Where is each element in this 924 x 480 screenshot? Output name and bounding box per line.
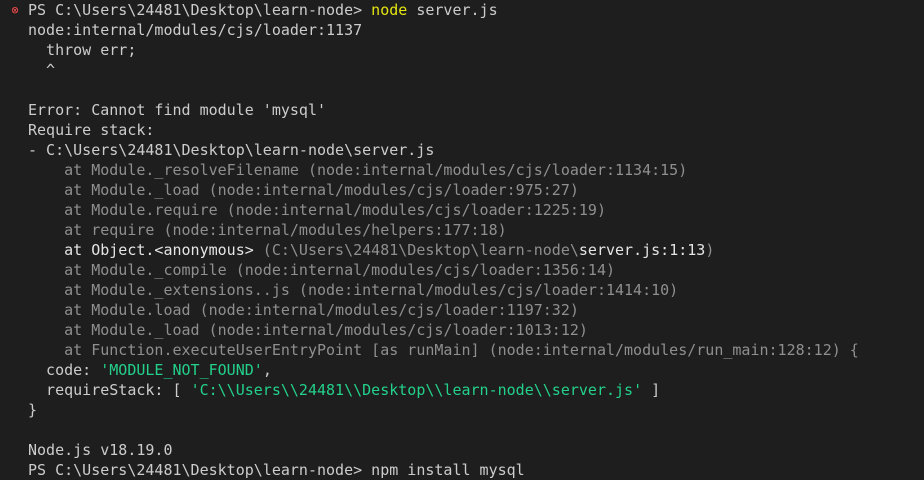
terminal-panel[interactable]: ⊗ PS C:\Users\24481\Desktop\learn-node> …: [0, 0, 924, 479]
code-value: 'MODULE_NOT_FOUND': [100, 361, 263, 379]
require-stack-property: requireStack: [ 'C:\\Users\\24481\\Deskt…: [28, 380, 660, 400]
require-stack-suffix: ]: [642, 381, 661, 399]
closing-brace: }: [28, 401, 38, 419]
caret-line: ^: [28, 61, 56, 79]
require-stack-label: Require stack:: [28, 121, 155, 139]
stack-frame-text: at Function.executeUserEntryPoint [as ru…: [28, 341, 859, 359]
stack-frame: at Module._resolveFilename (node:interna…: [28, 161, 688, 179]
require-stack-value: 'C:\\Users\\24481\\Desktop\\learn-node\\…: [190, 381, 643, 399]
command-args: server.js: [407, 1, 498, 19]
node-version: Node.js v18.19.0: [28, 441, 173, 459]
stack-frame-last: at Function.executeUserEntryPoint [as ru…: [28, 340, 859, 360]
error-circle-icon[interactable]: ⊗: [9, 4, 21, 16]
prompt-line: PS C:\Users\24481\Desktop\learn-node> no…: [28, 0, 498, 20]
next-prompt-line[interactable]: PS C:\Users\24481\Desktop\learn-node> np…: [28, 460, 525, 480]
anon-frame-file[interactable]: server.js:1:13: [579, 241, 705, 259]
loader-line: node:internal/modules/cjs/loader:1137: [28, 21, 363, 39]
stack-frame: at Module.load (node:internal/modules/cj…: [28, 301, 579, 319]
error-message: Error: Cannot find module 'mysql': [28, 101, 327, 119]
stack-frame: at Module._load (node:internal/modules/c…: [28, 181, 579, 199]
require-stack-entry: - C:\Users\24481\Desktop\learn-node\serv…: [28, 141, 435, 159]
anon-frame-path: (C:\Users\24481\Desktop\learn-node\: [253, 241, 579, 259]
anon-frame-close: ): [705, 241, 715, 259]
code-key: code:: [28, 361, 101, 379]
throw-line: throw err;: [28, 41, 137, 59]
code-property: code: 'MODULE_NOT_FOUND',: [28, 360, 272, 380]
code-suffix: ,: [262, 361, 272, 379]
stack-frame: at Module._compile (node:internal/module…: [28, 261, 615, 279]
require-stack-key: requireStack: [: [28, 381, 191, 399]
stack-frame-anonymous: at Object.<anonymous> (C:\Users\24481\De…: [28, 240, 714, 260]
prompt-path: PS C:\Users\24481\Desktop\learn-node>: [28, 1, 372, 19]
stack-frame: at Module._load (node:internal/modules/c…: [28, 321, 588, 339]
anon-frame-prefix: at Object.<anonymous>: [28, 241, 254, 259]
stack-frame: at Module.require (node:internal/modules…: [28, 201, 606, 219]
command-name: node: [371, 1, 408, 19]
stack-frame: at require (node:internal/modules/helper…: [28, 221, 507, 239]
stack-frame: at Module._extensions..js (node:internal…: [28, 281, 679, 299]
